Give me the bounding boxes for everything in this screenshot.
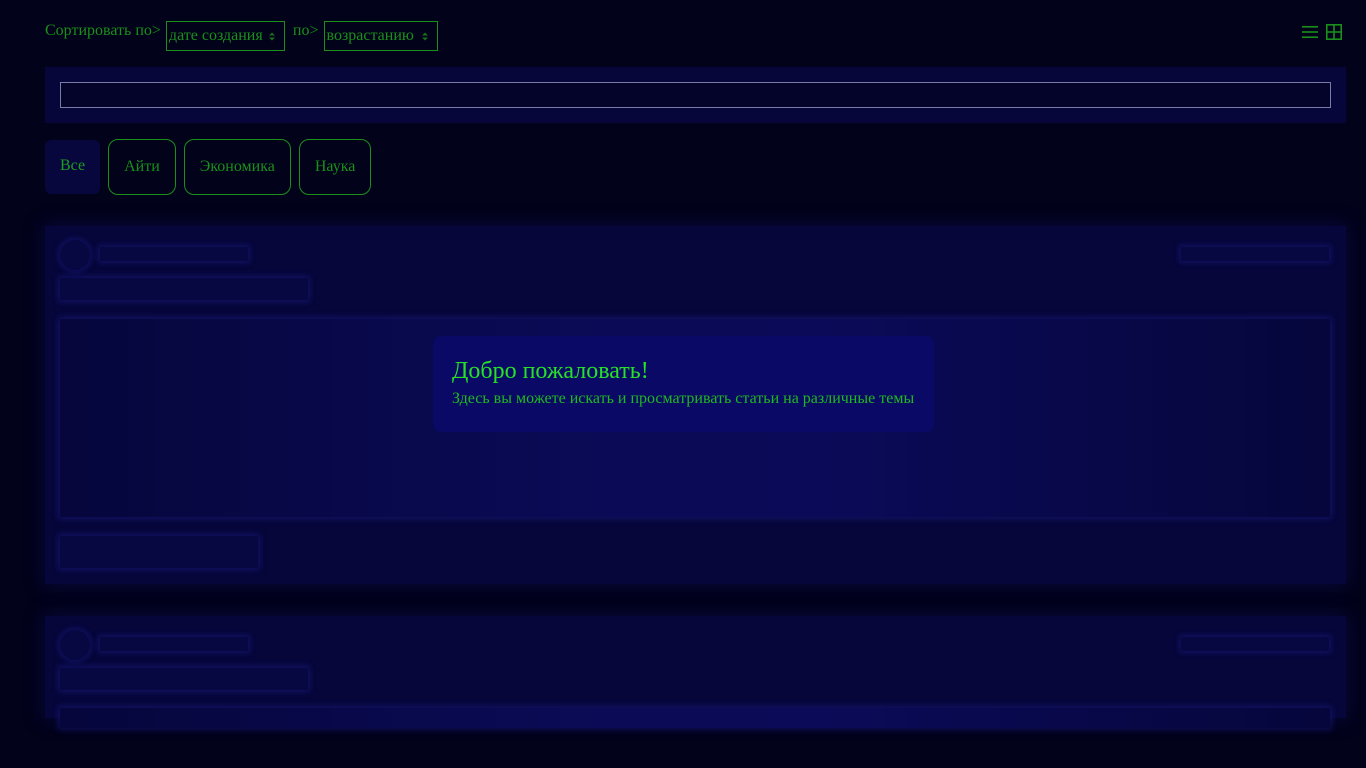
tab-science[interactable]: Наука: [298, 139, 372, 195]
title-placeholder: [60, 668, 308, 690]
content-placeholder: [60, 708, 1330, 728]
select-arrows-icon: [268, 22, 275, 50]
sort-field-value: дате создания: [168, 27, 263, 44]
tab-all[interactable]: Все: [45, 140, 101, 194]
tab-it[interactable]: Айти: [108, 139, 176, 195]
category-tabs: Все Айти Экономика Наука: [45, 139, 372, 195]
tab-label: Все: [60, 157, 86, 174]
avatar-placeholder: [60, 240, 90, 270]
welcome-title: Добро пожаловать!: [452, 358, 649, 384]
welcome-text: Здесь вы можете искать и просматривать с…: [452, 390, 915, 407]
sort-order-label: по>: [292, 22, 319, 39]
tab-economics[interactable]: Экономика: [183, 139, 291, 195]
welcome-message: Добро пожаловать! Здесь вы можете искать…: [433, 336, 934, 432]
tab-label: Наука: [314, 158, 356, 175]
date-placeholder: [1181, 247, 1329, 261]
view-toggle: [1302, 24, 1342, 40]
author-placeholder: [100, 247, 248, 261]
list-view-icon[interactable]: [1302, 24, 1318, 40]
sort-order-value: возрастанию: [326, 27, 414, 44]
search-input[interactable]: [60, 82, 1331, 108]
search-panel: [45, 67, 1346, 123]
grid-view-icon[interactable]: [1326, 24, 1342, 40]
title-placeholder: [60, 278, 308, 300]
sort-order-select[interactable]: возрастанию: [323, 21, 438, 51]
articles-page: Сортировать по> дате создания по> возрас…: [0, 0, 1366, 768]
author-placeholder: [100, 637, 248, 651]
article-card-skeleton: [45, 616, 1346, 728]
sort-by-label: Сортировать по>: [45, 22, 161, 39]
select-arrows-icon: [421, 22, 428, 50]
tab-label: Экономика: [199, 158, 275, 175]
tab-label: Айти: [124, 158, 160, 175]
footer-placeholder: [60, 536, 258, 568]
sort-bar: Сортировать по> дате создания по> возрас…: [45, 21, 446, 51]
date-placeholder: [1181, 637, 1329, 651]
sort-field-select[interactable]: дате создания: [165, 21, 285, 51]
avatar-placeholder: [60, 630, 90, 660]
